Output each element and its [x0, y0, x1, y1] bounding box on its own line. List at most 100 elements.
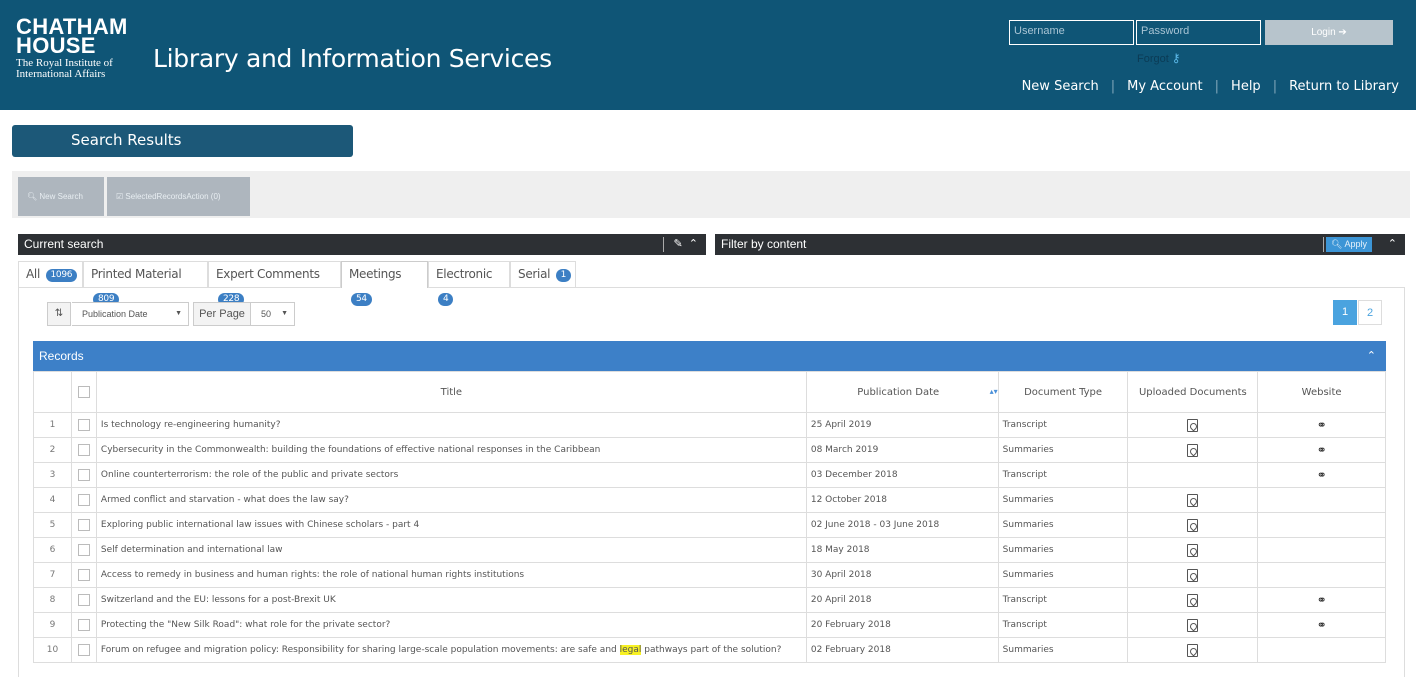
row-number: 9 — [33, 612, 72, 638]
table-row[interactable]: 8 Switzerland and the EU: lessons for a p… — [33, 587, 1386, 613]
tab-label: All — [26, 267, 40, 281]
title-column-header[interactable]: Title — [95, 371, 807, 413]
row-checkbox-cell[interactable] — [70, 537, 97, 563]
select-all-checkbox[interactable] — [70, 371, 97, 413]
pdf-icon[interactable] — [1187, 618, 1199, 632]
record-title[interactable]: Cybersecurity in the Commonwealth: build… — [95, 437, 807, 463]
pdf-icon[interactable] — [1187, 543, 1199, 557]
pdf-icon[interactable] — [1187, 593, 1199, 607]
checkbox[interactable] — [77, 386, 90, 398]
row-checkbox-cell[interactable] — [70, 437, 97, 463]
nav-return-to-library[interactable]: Return to Library — [1289, 79, 1399, 94]
link-icon[interactable]: ⚭ — [1317, 443, 1327, 457]
record-title[interactable]: Online counterterrorism: the role of the… — [95, 462, 807, 488]
tab-all[interactable]: All 1096 — [18, 261, 83, 287]
sort-order-icon[interactable]: ⇅ — [47, 302, 71, 326]
table-row[interactable]: 9 Protecting the "New Silk Road": what ro… — [33, 612, 1386, 638]
link-icon[interactable]: ⚭ — [1317, 418, 1327, 432]
pencil-icon[interactable]: ✎ — [673, 238, 682, 250]
uploaded-documents-column-header[interactable]: Uploaded Documents — [1127, 371, 1259, 413]
row-checkbox[interactable] — [77, 494, 90, 506]
link-icon[interactable]: ⚭ — [1317, 468, 1327, 482]
sort-icon[interactable]: ▴▾ — [990, 387, 998, 396]
new-search-button[interactable]: 🔍︎ New Search — [18, 177, 104, 216]
publication-date-column-header[interactable]: Publication Date ▴▾ — [805, 371, 999, 413]
row-checkbox[interactable] — [77, 469, 90, 481]
uploaded-documents-cell — [1127, 587, 1259, 613]
uploaded-documents-cell — [1127, 537, 1259, 563]
page-1-button[interactable]: 1 — [1333, 300, 1357, 325]
row-checkbox[interactable] — [77, 594, 90, 606]
sort-by-select[interactable]: Publication Date ▼ — [72, 302, 189, 326]
row-checkbox-cell[interactable] — [70, 587, 97, 613]
tab-electronic[interactable]: Electronic 4 — [428, 261, 510, 306]
selected-records-action-button[interactable]: ☑ SelectedRecordsAction (0) — [107, 177, 250, 216]
table-row[interactable]: 2 Cybersecurity in the Commonwealth: buil… — [33, 437, 1386, 463]
chevron-up-icon[interactable]: ⌃ — [1367, 341, 1376, 371]
table-row[interactable]: 3 Online counterterrorism: the role of th… — [33, 462, 1386, 488]
table-row[interactable]: 5 Exploring public international law issu… — [33, 512, 1386, 538]
nav-help[interactable]: Help — [1231, 79, 1261, 94]
apply-filter-button[interactable]: 🔍︎ Apply — [1326, 237, 1372, 252]
record-title[interactable]: Switzerland and the EU: lessons for a po… — [95, 587, 807, 613]
document-type-column-header[interactable]: Document Type — [997, 371, 1129, 413]
table-row[interactable]: 1 Is technology re-engineering humanity? 2… — [33, 412, 1386, 438]
chevron-up-icon[interactable]: ⌃ — [689, 238, 698, 250]
uploaded-documents-cell — [1127, 637, 1259, 663]
table-row[interactable]: 6 Self determination and international la… — [33, 537, 1386, 563]
record-title[interactable]: Access to remedy in business and human r… — [95, 562, 807, 588]
table-row[interactable]: 4 Armed conflict and starvation - what do… — [33, 487, 1386, 513]
website-cell: ⚭ — [1257, 612, 1386, 638]
username-input[interactable]: Username — [1009, 20, 1134, 45]
row-checkbox[interactable] — [77, 544, 90, 556]
tab-expert-comments[interactable]: Expert Comments 228 — [208, 261, 341, 306]
pdf-icon[interactable] — [1187, 643, 1199, 657]
tab-label: Meetings — [349, 267, 402, 281]
pdf-icon[interactable] — [1187, 418, 1199, 432]
publication-date: 08 March 2019 — [805, 437, 999, 463]
row-checkbox-cell[interactable] — [70, 462, 97, 488]
record-title[interactable]: Exploring public international law issue… — [95, 512, 807, 538]
link-icon[interactable]: ⚭ — [1317, 618, 1327, 632]
new-search-label: New Search — [39, 192, 83, 201]
row-checkbox[interactable] — [77, 569, 90, 581]
row-checkbox[interactable] — [77, 519, 90, 531]
tab-printed-material[interactable]: Printed Material 809 — [83, 261, 208, 306]
tab-serial[interactable]: Serial 1 — [510, 261, 576, 287]
table-row[interactable]: 10 Forum on refugee and migration policy:… — [33, 637, 1386, 663]
publication-date: 02 February 2018 — [805, 637, 999, 663]
chevron-up-icon[interactable]: ⌃ — [1388, 234, 1397, 255]
row-checkbox-cell[interactable] — [70, 612, 97, 638]
row-checkbox-cell[interactable] — [70, 637, 97, 663]
row-checkbox[interactable] — [77, 619, 90, 631]
website-column-header[interactable]: Website — [1257, 371, 1386, 413]
per-page-select[interactable]: 50 ▼ — [251, 302, 295, 326]
pdf-icon[interactable] — [1187, 443, 1199, 457]
pdf-icon[interactable] — [1187, 568, 1199, 582]
page-2-button[interactable]: 2 — [1358, 300, 1382, 325]
login-button[interactable]: Login ➔ — [1265, 20, 1393, 45]
table-row[interactable]: 7 Access to remedy in business and human … — [33, 562, 1386, 588]
link-icon[interactable]: ⚭ — [1317, 593, 1327, 607]
row-checkbox[interactable] — [77, 644, 90, 656]
forgot-password-link[interactable]: Forgot ⚷ — [1137, 51, 1181, 65]
row-checkbox-cell[interactable] — [70, 412, 97, 438]
tab-meetings[interactable]: Meetings 54 — [341, 261, 428, 306]
row-checkbox[interactable] — [77, 419, 90, 431]
row-checkbox-cell[interactable] — [70, 487, 97, 513]
pdf-icon[interactable] — [1187, 518, 1199, 532]
row-checkbox-cell[interactable] — [70, 512, 97, 538]
publication-date: 25 April 2019 — [805, 412, 999, 438]
nav-my-account[interactable]: My Account — [1127, 79, 1203, 94]
record-title[interactable]: Is technology re-engineering humanity? — [95, 412, 807, 438]
record-title[interactable]: Protecting the "New Silk Road": what rol… — [95, 612, 807, 638]
pdf-icon[interactable] — [1187, 493, 1199, 507]
chatham-house-logo[interactable]: CHATHAM HOUSE The Royal Institute of Int… — [16, 16, 128, 80]
password-input[interactable]: Password — [1136, 20, 1261, 45]
nav-new-search[interactable]: New Search — [1022, 79, 1099, 94]
record-title[interactable]: Armed conflict and starvation - what doe… — [95, 487, 807, 513]
record-title[interactable]: Forum on refugee and migration policy: R… — [95, 637, 807, 663]
record-title[interactable]: Self determination and international law — [95, 537, 807, 563]
row-checkbox[interactable] — [77, 444, 90, 456]
row-checkbox-cell[interactable] — [70, 562, 97, 588]
